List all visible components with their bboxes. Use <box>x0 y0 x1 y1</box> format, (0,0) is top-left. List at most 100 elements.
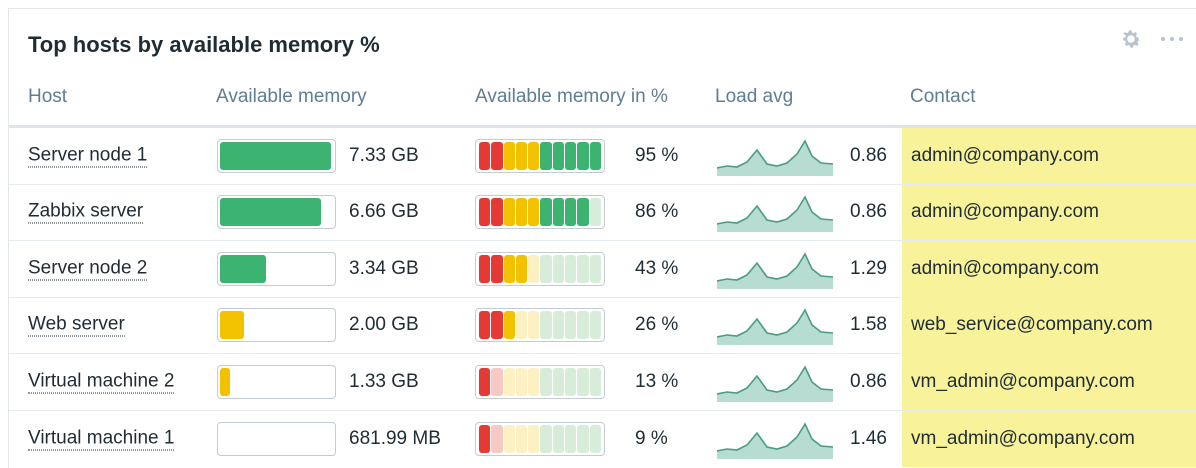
percent-segment <box>491 367 503 396</box>
percent-value: 86 % <box>635 201 679 223</box>
percent-segment <box>479 311 491 340</box>
percent-segment <box>515 311 528 340</box>
memory-bar <box>217 251 336 286</box>
percent-segment <box>565 367 577 396</box>
percent-segment <box>528 198 540 227</box>
percent-segment <box>565 311 577 340</box>
percent-value: 43 % <box>635 257 679 279</box>
host-link[interactable]: Web server <box>28 314 125 337</box>
load-value: 1.29 <box>850 257 887 279</box>
table-row: Zabbix server 6.66 GB 86 % 0.86 admin@compan… <box>9 184 1196 241</box>
contact-email: admin@company.com <box>911 201 1099 223</box>
contact-email: admin@company.com <box>911 144 1099 166</box>
load-sparkline <box>717 308 833 346</box>
column-header-available-memory-percent[interactable]: Available memory in % <box>475 86 668 108</box>
percent-segment <box>540 424 552 453</box>
percent-segment <box>589 254 601 283</box>
host-link[interactable]: Virtual machine 2 <box>28 370 175 394</box>
table-row: Server node 1 7.33 GB 95 % 0.86 admin@compan… <box>9 128 1196 185</box>
percent-segment <box>540 198 552 227</box>
percent-segment <box>589 198 601 227</box>
percent-segment <box>528 141 540 170</box>
host-link[interactable]: Server node 1 <box>28 144 148 168</box>
percent-segment <box>528 367 540 396</box>
load-value: 0.86 <box>850 370 887 392</box>
percent-segment <box>479 424 491 453</box>
more-icon[interactable] <box>1157 27 1187 51</box>
table-row: Virtual machine 2 1.33 GB 13 % 0.86 vm_admin… <box>9 354 1196 411</box>
percent-segment <box>491 424 503 453</box>
percent-segment <box>540 254 552 283</box>
host-link[interactable]: Zabbix server <box>28 201 144 224</box>
memory-bar-fill <box>220 254 267 283</box>
percent-segment <box>479 254 491 283</box>
contact-email: vm_admin@company.com <box>911 370 1135 392</box>
contact-email: vm_admin@company.com <box>911 427 1135 449</box>
percent-segment <box>515 254 528 283</box>
percent-value: 9 % <box>635 427 668 449</box>
percent-segment <box>528 254 540 283</box>
percent-segment <box>577 254 589 283</box>
contact-cell: admin@company.com <box>902 128 1196 184</box>
column-header-contact[interactable]: Contact <box>910 86 975 108</box>
memory-bar-fill <box>220 311 244 340</box>
percent-segment <box>503 198 515 227</box>
percent-value: 26 % <box>635 314 679 336</box>
contact-cell: vm_admin@company.com <box>902 410 1196 467</box>
percent-segment <box>565 424 577 453</box>
percent-indicator <box>475 138 605 173</box>
host-link[interactable]: Server node 2 <box>28 257 148 281</box>
load-sparkline <box>717 139 833 176</box>
column-header-host[interactable]: Host <box>28 86 67 108</box>
load-sparkline <box>717 365 833 402</box>
percent-segment <box>528 424 540 453</box>
memory-bar-fill <box>220 141 331 170</box>
contact-email: web_service@company.com <box>911 314 1153 336</box>
column-header-available-memory[interactable]: Available memory <box>216 86 367 108</box>
load-value: 1.58 <box>850 314 887 336</box>
percent-indicator <box>475 251 605 286</box>
percent-segment <box>552 367 565 396</box>
memory-bar-fill <box>220 198 321 227</box>
memory-bar <box>217 138 336 173</box>
percent-segment <box>515 141 528 170</box>
percent-indicator <box>475 308 605 343</box>
table-row: Server node 2 3.34 GB 43 % 1.29 admin@compan… <box>9 241 1196 298</box>
widget-title: Top hosts by available memory % <box>28 32 380 57</box>
load-sparkline <box>717 195 833 233</box>
column-header-load-avg[interactable]: Load avg <box>715 86 793 108</box>
memory-value: 2.00 GB <box>349 314 419 336</box>
host-link[interactable]: Virtual machine 1 <box>28 427 175 451</box>
memory-bar <box>217 195 336 230</box>
percent-segment <box>552 141 565 170</box>
percent-value: 95 % <box>635 144 679 166</box>
percent-segment <box>589 367 601 396</box>
load-sparkline <box>717 422 833 459</box>
percent-segment <box>491 141 503 170</box>
percent-segment <box>540 367 552 396</box>
gear-icon[interactable] <box>1119 27 1143 51</box>
percent-segment <box>503 311 515 340</box>
percent-segment <box>479 367 491 396</box>
load-sparkline <box>717 252 833 289</box>
percent-segment <box>491 254 503 283</box>
memory-value: 6.66 GB <box>349 201 419 223</box>
percent-indicator <box>475 195 605 230</box>
percent-segment <box>479 198 491 227</box>
contact-cell: vm_admin@company.com <box>902 354 1196 410</box>
percent-segment <box>552 198 565 227</box>
percent-segment <box>515 198 528 227</box>
memory-bar <box>217 308 336 343</box>
percent-segment <box>552 254 565 283</box>
top-hosts-widget: Top hosts by available memory % Host Ava… <box>8 8 1196 468</box>
percent-segment <box>577 198 589 227</box>
percent-segment <box>515 424 528 453</box>
percent-segment <box>552 424 565 453</box>
load-value: 1.46 <box>850 427 887 449</box>
contact-email: admin@company.com <box>911 257 1099 279</box>
load-value: 0.86 <box>850 201 887 223</box>
percent-segment <box>515 367 528 396</box>
memory-value: 681.99 MB <box>349 427 441 449</box>
percent-segment <box>577 424 589 453</box>
percent-segment <box>503 367 515 396</box>
